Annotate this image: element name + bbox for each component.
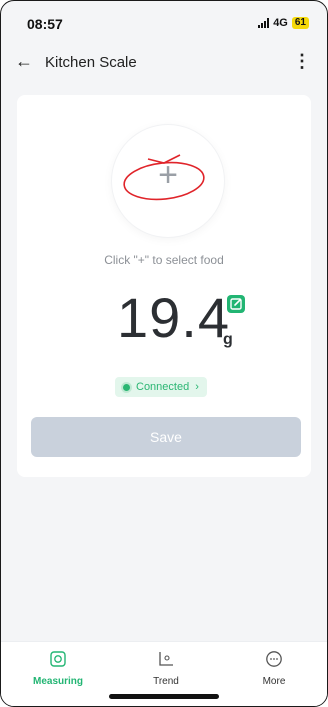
status-indicators: 4G 61	[258, 17, 309, 29]
home-indicator	[109, 694, 219, 699]
tab-more[interactable]: More	[234, 650, 314, 687]
weight-unit: g	[223, 331, 233, 348]
status-time: 08:57	[27, 16, 63, 32]
select-food-button[interactable]: +	[112, 125, 224, 237]
phone-frame: 08:57 4G 61 ← Kitchen Scale ⋮ + Click "+…	[0, 0, 328, 707]
connection-label: Connected	[136, 381, 190, 393]
battery-icon: 61	[291, 17, 309, 29]
tab-label-trend: Trend	[153, 676, 179, 687]
chevron-right-icon: ›	[195, 381, 199, 393]
app-bar: ← Kitchen Scale ⋮	[1, 45, 327, 81]
tab-measuring[interactable]: Measuring	[18, 650, 98, 687]
network-type: 4G	[273, 17, 288, 29]
select-food-hint: Click "+" to select food	[104, 253, 224, 267]
scale-icon	[50, 651, 66, 667]
page-title: Kitchen Scale	[45, 54, 137, 71]
signal-icon	[258, 18, 270, 28]
edit-icon	[230, 298, 242, 310]
more-circle-icon	[266, 651, 282, 667]
edit-weight-button[interactable]	[227, 295, 245, 313]
back-arrow-icon[interactable]: ←	[15, 51, 33, 72]
scale-card: + Click "+" to select food 19.4 g Connec…	[17, 95, 311, 477]
tab-trend[interactable]: Trend	[126, 650, 206, 687]
tab-label-measuring: Measuring	[32, 676, 83, 687]
connected-dot-icon	[123, 383, 130, 391]
trend-chart-icon	[159, 652, 173, 666]
weight-reading: 19.4	[117, 286, 230, 349]
more-menu-icon[interactable]: ⋮	[293, 51, 311, 72]
tab-label-more: More	[262, 676, 286, 687]
save-button[interactable]: Save	[31, 417, 301, 457]
status-bar: 08:57 4G 61	[1, 1, 327, 45]
connection-status-badge[interactable]: Connected ›	[115, 377, 207, 397]
red-circle-annotation	[123, 154, 205, 201]
